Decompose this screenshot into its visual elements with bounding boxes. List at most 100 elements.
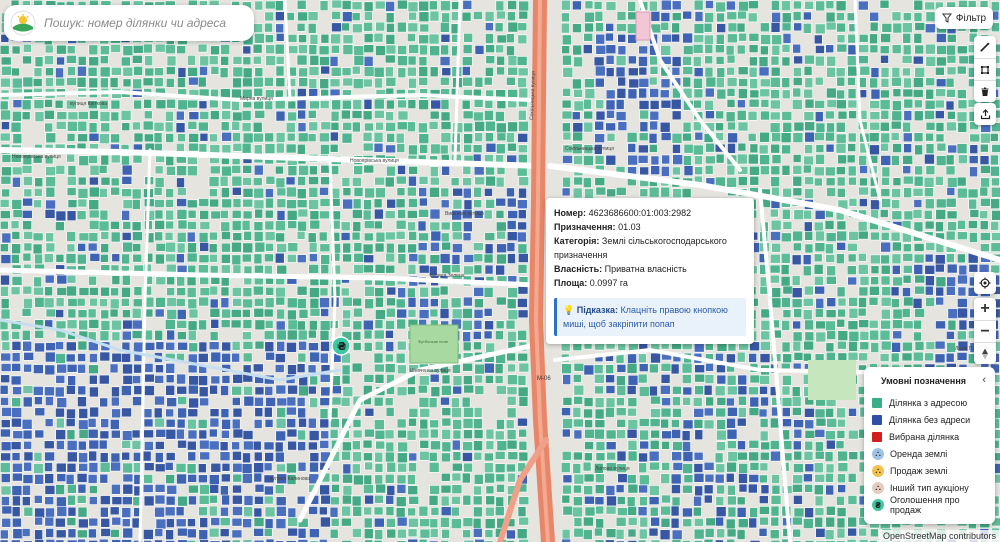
- parcel-with-address[interactable]: [814, 507, 825, 516]
- parcel-with-address[interactable]: [254, 340, 265, 350]
- parcel-with-address[interactable]: [418, 133, 430, 144]
- parcel-with-address[interactable]: [352, 209, 363, 219]
- parcel-without-address[interactable]: [199, 517, 209, 528]
- parcel-without-address[interactable]: [616, 450, 627, 462]
- parcel-with-address[interactable]: [704, 99, 714, 111]
- parcel-with-address[interactable]: [836, 12, 845, 21]
- parcel-without-address[interactable]: [595, 77, 605, 88]
- parcel-with-address[interactable]: [186, 252, 198, 263]
- parcel-with-address[interactable]: [594, 385, 604, 395]
- parcel-with-address[interactable]: [485, 55, 496, 64]
- parcel-with-address[interactable]: [386, 133, 395, 143]
- parcel-with-address[interactable]: [352, 99, 363, 110]
- parcel-with-address[interactable]: [265, 55, 276, 66]
- parcel-with-address[interactable]: [451, 472, 462, 482]
- parcel-with-address[interactable]: [66, 133, 76, 142]
- parcel-without-address[interactable]: [583, 364, 595, 376]
- parcel-without-address[interactable]: [22, 340, 32, 352]
- parcel-without-address[interactable]: [275, 11, 285, 21]
- parcel-with-address[interactable]: [804, 430, 816, 439]
- parcel-without-address[interactable]: [648, 527, 659, 537]
- parcel-with-address[interactable]: [232, 66, 244, 78]
- parcel-without-address[interactable]: [44, 485, 56, 495]
- parcel-without-address[interactable]: [672, 462, 684, 471]
- parcel-with-address[interactable]: [10, 220, 20, 230]
- parcel-without-address[interactable]: [10, 441, 22, 450]
- parcel-with-address[interactable]: [847, 242, 858, 252]
- parcel-with-address[interactable]: [451, 496, 461, 505]
- parcel-without-address[interactable]: [208, 440, 220, 451]
- parcel-with-address[interactable]: [934, 99, 945, 109]
- parcel-with-address[interactable]: [694, 385, 704, 395]
- parcel-without-address[interactable]: [133, 341, 144, 353]
- parcel-with-address[interactable]: [892, 319, 903, 329]
- parcel-without-address[interactable]: [782, 33, 792, 44]
- parcel-with-address[interactable]: [78, 319, 89, 331]
- parcel-with-address[interactable]: [792, 175, 803, 187]
- parcel-with-address[interactable]: [946, 66, 957, 76]
- parcel-with-address[interactable]: [594, 408, 605, 420]
- parcel-with-address[interactable]: [440, 187, 450, 198]
- parcel-with-address[interactable]: [100, 77, 109, 89]
- parcel-without-address[interactable]: [44, 209, 56, 219]
- parcel-with-address[interactable]: [264, 22, 273, 33]
- parcel-with-address[interactable]: [781, 77, 791, 88]
- parcel-without-address[interactable]: [264, 419, 274, 428]
- parcel-with-address[interactable]: [594, 397, 605, 408]
- parcel-without-address[interactable]: [165, 428, 177, 440]
- parcel-with-address[interactable]: [109, 298, 120, 310]
- parcel-without-address[interactable]: [165, 495, 176, 506]
- parcel-with-address[interactable]: [309, 100, 320, 110]
- parcel-with-address[interactable]: [186, 276, 197, 286]
- parcel-with-address[interactable]: [892, 22, 903, 34]
- parcel-without-address[interactable]: [198, 474, 208, 484]
- parcel-without-address[interactable]: [66, 408, 76, 420]
- parcel-with-address[interactable]: [209, 254, 218, 263]
- parcel-with-address[interactable]: [847, 253, 857, 263]
- parcel-with-address[interactable]: [572, 506, 583, 518]
- parcel-without-address[interactable]: [417, 242, 428, 251]
- parcel-with-address[interactable]: [782, 187, 792, 198]
- parcel-with-address[interactable]: [363, 1, 374, 13]
- parcel-without-address[interactable]: [34, 396, 43, 405]
- parcel-without-address[interactable]: [682, 419, 694, 430]
- parcel-with-address[interactable]: [395, 507, 406, 518]
- parcel-with-address[interactable]: [792, 77, 803, 86]
- parcel-with-address[interactable]: [507, 89, 518, 98]
- parcel-without-address[interactable]: [219, 451, 231, 461]
- parcel-with-address[interactable]: [858, 286, 869, 297]
- parcel-with-address[interactable]: [496, 440, 508, 451]
- parcel-without-address[interactable]: [517, 285, 529, 295]
- parcel-with-address[interactable]: [902, 274, 912, 284]
- parcel-without-address[interactable]: [187, 408, 199, 418]
- parcel-with-address[interactable]: [683, 45, 694, 55]
- parcel-without-address[interactable]: [924, 264, 936, 275]
- parcel-with-address[interactable]: [858, 44, 870, 53]
- parcel-with-address[interactable]: [66, 517, 77, 526]
- parcel-with-address[interactable]: [913, 132, 924, 143]
- parcel-without-address[interactable]: [12, 176, 21, 188]
- parcel-without-address[interactable]: [297, 407, 306, 419]
- parcel-without-address[interactable]: [506, 529, 516, 540]
- parcel-with-address[interactable]: [373, 132, 384, 143]
- parcel-with-address[interactable]: [122, 274, 131, 286]
- parcel-with-address[interactable]: [286, 186, 297, 198]
- parcel-with-address[interactable]: [342, 122, 353, 131]
- parcel-with-address[interactable]: [351, 362, 363, 373]
- parcel-with-address[interactable]: [100, 254, 109, 263]
- parcel-with-address[interactable]: [825, 408, 834, 418]
- parcel-with-address[interactable]: [78, 232, 90, 242]
- parcel-without-address[interactable]: [935, 263, 945, 273]
- parcel-without-address[interactable]: [385, 1, 395, 12]
- parcel-with-address[interactable]: [506, 463, 516, 473]
- parcel-with-address[interactable]: [242, 188, 254, 198]
- parcel-with-address[interactable]: [308, 329, 317, 339]
- parcel-with-address[interactable]: [892, 100, 902, 111]
- parcel-with-address[interactable]: [903, 265, 913, 274]
- parcel-with-address[interactable]: [188, 308, 199, 319]
- parcel-with-address[interactable]: [45, 176, 56, 187]
- parcel-with-address[interactable]: [34, 330, 44, 339]
- parcel-with-address[interactable]: [364, 461, 374, 471]
- parcel-with-address[interactable]: [980, 243, 990, 252]
- parcel-with-address[interactable]: [595, 99, 605, 110]
